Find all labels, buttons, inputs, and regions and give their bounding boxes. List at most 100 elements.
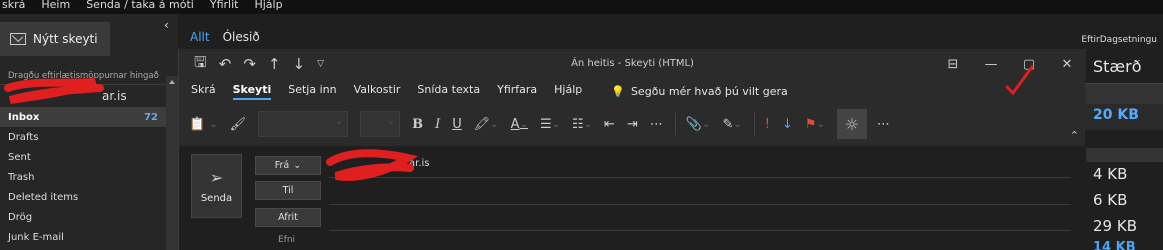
numbering-icon[interactable]: ☷ ⌄ bbox=[572, 117, 592, 132]
attach-file-icon[interactable]: 📎 ⌄ bbox=[686, 117, 711, 132]
folder-label: Trash bbox=[8, 171, 35, 183]
folder-label: Drög bbox=[8, 211, 33, 223]
divider bbox=[674, 113, 676, 135]
folder-junk[interactable]: Junk E-mail bbox=[0, 227, 166, 247]
dark-mode-toggle-icon[interactable]: ☼ bbox=[836, 109, 867, 139]
ribbon-display-icon[interactable]: ⊟ bbox=[934, 57, 972, 72]
folder-trash[interactable]: Trash bbox=[0, 167, 166, 187]
tab-file[interactable]: Skrá bbox=[191, 83, 216, 100]
lightbulb-icon: 💡 bbox=[611, 85, 625, 98]
to-field-input[interactable] bbox=[329, 204, 1071, 205]
font-size-select[interactable] bbox=[360, 111, 401, 137]
size-cell: 20 KB bbox=[1085, 104, 1163, 130]
message-filter-tabs: Allt Ólesið bbox=[190, 30, 260, 44]
collapse-ribbon-icon[interactable]: ⌃ bbox=[1070, 129, 1079, 142]
send-label: Senda bbox=[200, 193, 233, 204]
font-family-select[interactable] bbox=[258, 111, 349, 137]
folder-sent[interactable]: Sent bbox=[0, 147, 166, 167]
underline-icon[interactable]: U bbox=[452, 117, 462, 132]
more-formatting-icon[interactable]: ⋯ bbox=[650, 117, 663, 132]
folder-label: Inbox bbox=[8, 111, 40, 123]
from-value: ar.is bbox=[409, 158, 430, 169]
previous-item-icon[interactable]: ↑ bbox=[268, 55, 281, 73]
cc-label: Afrit bbox=[278, 212, 298, 223]
cc-field-input[interactable] bbox=[329, 230, 1071, 231]
format-painter-icon[interactable]: 🖌 bbox=[230, 117, 247, 132]
window-controls: ⊟ — ▢ ✕ bbox=[934, 49, 1086, 79]
tab-unread[interactable]: Ólesið bbox=[223, 30, 260, 44]
tab-all[interactable]: Allt bbox=[190, 30, 210, 44]
high-importance-icon[interactable]: ! bbox=[765, 117, 770, 132]
redo-icon[interactable]: ↷ bbox=[243, 55, 256, 73]
menu-view[interactable]: Yfirlit bbox=[210, 0, 239, 14]
ribbon-toolbar: 📋⌄ 🖌 B I U 🖍⌄ A⌄ ☰⌄ ☷⌄ ⇤ ⇥ ⋯ 📎⌄ ✎⌄ ! ↓ ⚑… bbox=[179, 104, 1086, 144]
folder-deleted-items[interactable]: Deleted items bbox=[0, 187, 166, 207]
send-button[interactable]: ➢ Senda bbox=[191, 154, 242, 218]
account-suffix: ar.is bbox=[102, 89, 127, 103]
tell-me-search[interactable]: 💡 Segðu mér hvað þú vilt gera bbox=[611, 83, 787, 100]
follow-up-flag-icon[interactable]: ⚑ ⌄ bbox=[805, 117, 825, 132]
close-icon[interactable]: ✕ bbox=[1048, 57, 1086, 72]
save-icon[interactable]: 🖫 bbox=[194, 52, 207, 77]
from-button[interactable]: Frá ⌄ bbox=[255, 156, 321, 175]
from-value-suffix: ar.is bbox=[409, 158, 430, 169]
folder-drafts-is[interactable]: Drög bbox=[0, 207, 166, 227]
bullets-icon[interactable]: ☰ ⌄ bbox=[540, 117, 560, 132]
divider bbox=[753, 113, 755, 135]
to-button[interactable]: Til bbox=[255, 181, 321, 200]
folder-scrollbar[interactable] bbox=[166, 76, 178, 250]
size-column-header[interactable]: Stærð bbox=[1085, 52, 1163, 84]
folder-inbox[interactable]: Inbox 72 bbox=[0, 107, 166, 127]
sort-by-date[interactable]: EftirDagsetningu bbox=[1081, 35, 1157, 45]
folder-drafts[interactable]: Drafts bbox=[0, 127, 166, 147]
menu-send-receive[interactable]: Senda / taka á móti bbox=[86, 0, 194, 14]
increase-indent-icon[interactable]: ⇥ bbox=[627, 117, 638, 132]
chevron-down-icon: ⌄ bbox=[293, 160, 302, 171]
from-field-line bbox=[329, 177, 1071, 178]
folder-pane: Nýtt skeyti ‹ Dragðu eftirlætismöppurnar… bbox=[0, 14, 178, 250]
folder-label: Junk E-mail bbox=[8, 231, 64, 243]
menu-file[interactable]: skrá bbox=[2, 0, 25, 14]
divider bbox=[0, 84, 166, 85]
maximize-icon[interactable]: ▢ bbox=[1010, 57, 1048, 72]
tab-message[interactable]: Skeyti bbox=[232, 83, 272, 100]
new-message-button[interactable]: Nýtt skeyti bbox=[0, 22, 110, 56]
font-color-icon[interactable]: A ⌄ bbox=[511, 117, 528, 132]
size-cell: 29 KB bbox=[1093, 217, 1137, 235]
menu-help[interactable]: Hjálp bbox=[254, 0, 282, 14]
tab-help[interactable]: Hjálp bbox=[554, 83, 582, 100]
collapse-pane-icon[interactable]: ‹ bbox=[164, 18, 169, 32]
more-options-icon[interactable]: ⋯ bbox=[877, 117, 890, 132]
size-cell: 6 KB bbox=[1093, 191, 1128, 209]
subject-label: Efni bbox=[278, 235, 296, 245]
undo-icon[interactable]: ↶ bbox=[219, 55, 232, 73]
minimize-icon[interactable]: — bbox=[972, 57, 1010, 72]
tab-insert[interactable]: Setja inn bbox=[288, 83, 336, 100]
paste-icon[interactable]: 📋 ⌄ bbox=[189, 117, 218, 132]
compose-window: 🖫 ↶ ↷ ↑ ↓ ▽ Án heitis - Skeyti (HTML) ⊟ … bbox=[178, 49, 1086, 250]
group-gap bbox=[1085, 130, 1163, 148]
folder-label: Sent bbox=[8, 151, 31, 163]
account-name[interactable]: ar.is bbox=[8, 89, 127, 103]
customize-toolbar-icon[interactable]: ▽ bbox=[317, 59, 324, 69]
folder-label: Deleted items bbox=[8, 191, 79, 203]
highlight-icon[interactable]: 🖍 ⌄ bbox=[474, 117, 499, 132]
favorites-drag-hint: Dragðu eftirlætismöppurnar hingað bbox=[8, 71, 159, 81]
size-column: Stærð 20 KB 4 KB 6 KB 29 KB 14 KB bbox=[1085, 52, 1163, 250]
tab-review[interactable]: Yfirfara bbox=[497, 83, 537, 100]
tab-options[interactable]: Valkostir bbox=[354, 83, 401, 100]
decrease-indent-icon[interactable]: ⇤ bbox=[604, 117, 615, 132]
to-label: Til bbox=[282, 185, 294, 196]
bold-icon[interactable]: B bbox=[412, 117, 423, 132]
italic-icon[interactable]: I bbox=[435, 117, 440, 132]
unread-count: 72 bbox=[144, 111, 158, 123]
tell-me-label: Segðu mér hvað þú vilt gera bbox=[630, 85, 788, 98]
menu-home[interactable]: Heim bbox=[41, 0, 70, 14]
signature-icon[interactable]: ✎ ⌄ bbox=[722, 117, 741, 132]
cc-button[interactable]: Afrit bbox=[255, 208, 321, 227]
tab-format-text[interactable]: Snída texta bbox=[417, 83, 480, 100]
next-item-icon[interactable]: ↓ bbox=[293, 55, 306, 73]
low-importance-icon[interactable]: ↓ bbox=[782, 117, 793, 132]
quick-access-toolbar: 🖫 ↶ ↷ ↑ ↓ ▽ bbox=[179, 52, 324, 77]
group-band bbox=[1085, 148, 1163, 162]
